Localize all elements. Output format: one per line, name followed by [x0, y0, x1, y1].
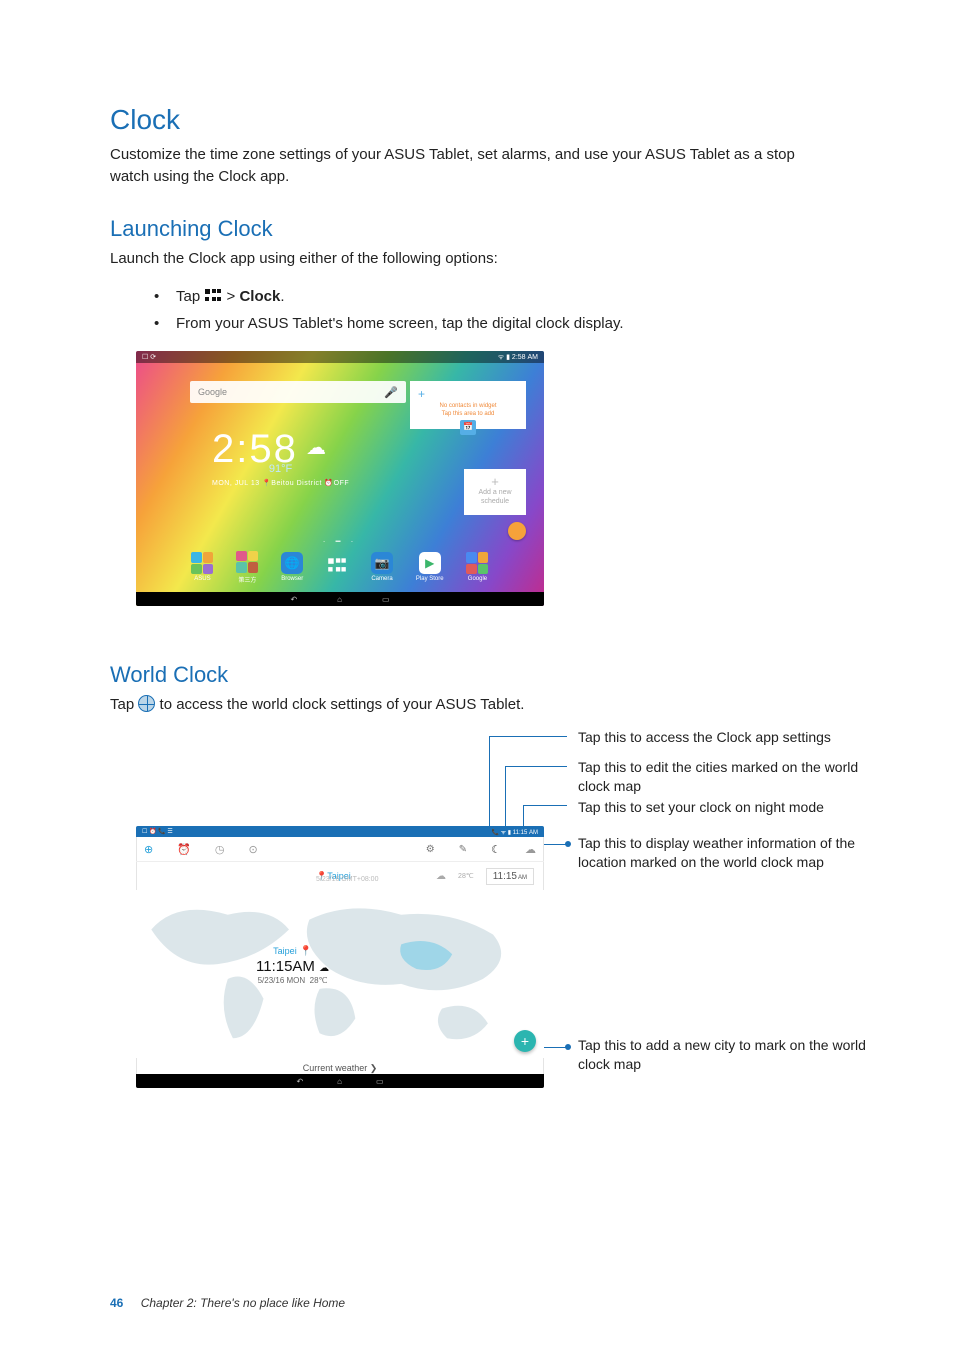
world-clock-screenshot: ☐ ⏰ 📞 ☰ 📞 ᯤ ▮ 11:15 AM ⊕ ⏰ ◷ ⊙ ⚙ ✎ ☾ ☁ 📍…: [136, 826, 544, 1088]
dock-tp-label: 第三方: [238, 575, 256, 584]
wc-status-left: ☐ ⏰ 📞 ☰: [142, 828, 173, 835]
launch-bullets: Tap > Clock. From your ASUS Tablet's hom…: [154, 283, 884, 337]
row-time-box: 11:15AM: [486, 868, 534, 885]
contacts-widget[interactable]: + No contacts in widget Tap this area to…: [410, 381, 526, 429]
edit-icon[interactable]: ✎: [459, 844, 467, 855]
calendar-icon: 📅: [460, 420, 476, 434]
contacts-line2: Tap this area to add: [418, 411, 518, 419]
map-pin-icon: 📍: [299, 946, 311, 957]
home-navbar: ↶ ⌂ ▭: [136, 592, 544, 606]
bullet-2: From your ASUS Tablet's home screen, tap…: [154, 310, 884, 337]
home-status-bar: ☐ ⟳ ᯤ ▮ 2:58 AM: [136, 351, 544, 363]
row-gmt: 5/23/16 GMT+08:00: [316, 876, 378, 883]
wc-tabs: ⊕ ⏰ ◷ ⊙ ⚙ ✎ ☾ ☁: [136, 837, 544, 862]
nav-home-icon[interactable]: ⌂: [337, 595, 342, 604]
home-screenshot: ☐ ⟳ ᯤ ▮ 2:58 AM Google 🎤 2:58 91°F MON, …: [136, 351, 544, 606]
tab-world-icon[interactable]: ⊕: [144, 843, 153, 856]
nav-recent-icon[interactable]: ▭: [382, 595, 390, 604]
map-city-label: Taipei 📍 11:15AM ☁ 5/23/16 MON 28℃: [256, 946, 329, 986]
contacts-plus-icon: +: [418, 387, 518, 403]
add-city-button[interactable]: +: [514, 1030, 536, 1052]
heading-launching: Launching Clock: [110, 216, 884, 242]
home-status-right: ᯤ ▮ 2:58 AM: [498, 353, 538, 362]
wc-nav-recent-icon[interactable]: ▭: [376, 1077, 384, 1086]
mic-icon[interactable]: 🎤: [384, 386, 398, 399]
wc-status-right: 📞 ᯤ ▮ 11:15 AM: [492, 828, 539, 836]
heading-clock: Clock: [110, 104, 884, 136]
map-city-temp: 28℃: [310, 976, 328, 985]
dock-google-label: Google: [468, 576, 487, 582]
globe-icon: [138, 695, 155, 712]
wc-nav-home-icon[interactable]: ⌂: [337, 1077, 342, 1086]
current-weather-link[interactable]: Current weather ❯: [136, 1063, 544, 1074]
callout-settings: Tap this to access the Clock app setting…: [578, 728, 868, 747]
world-intro: Tap to access the world clock settings o…: [110, 694, 830, 716]
wc-nav-back-icon[interactable]: ↶: [296, 1077, 303, 1086]
dock-camera-label: Camera: [371, 576, 392, 582]
tab-stopwatch-icon[interactable]: ◷: [215, 843, 225, 856]
wc-status-bar: ☐ ⏰ 📞 ☰ 📞 ᯤ ▮ 11:15 AM: [136, 826, 544, 837]
dock-camera[interactable]: 📷Camera: [371, 552, 393, 582]
page-footer: 46 Chapter 2: There's no place like Home: [110, 1296, 345, 1310]
callout-edit-cities: Tap this to edit the cities marked on th…: [578, 758, 868, 796]
weather-toggle-icon[interactable]: ☁: [525, 843, 536, 856]
bullet-1-suffix: .: [280, 288, 284, 305]
bullet-1-clock: Clock: [239, 288, 280, 305]
row-temp: 28℃: [458, 872, 474, 880]
clock-widget[interactable]: 2:58 91°F MON, JUL 13 📍Beitou District ⏰…: [212, 429, 349, 487]
world-map-svg: [136, 890, 544, 1058]
world-intro-a: Tap: [110, 696, 138, 713]
settings-icon[interactable]: ⚙: [426, 844, 435, 855]
schedule-plus-icon: +: [472, 475, 518, 488]
intro-para: Customize the time zone settings of your…: [110, 144, 830, 188]
dock-apps[interactable]: [326, 555, 348, 579]
map-city-name: Taipei: [273, 946, 297, 956]
chapter-title: Chapter 2: There's no place like Home: [141, 1296, 345, 1310]
bullet-1: Tap > Clock.: [154, 283, 884, 310]
google-search-bar[interactable]: Google 🎤: [190, 381, 406, 403]
schedule-widget[interactable]: + Add a new schedule: [464, 469, 526, 515]
schedule-line: Add a new schedule: [472, 488, 518, 506]
dock-play-label: Play Store: [416, 576, 444, 582]
dock-browser-label: Browser: [281, 576, 303, 582]
bullet-1-tap: Tap: [176, 288, 200, 305]
dock-browser[interactable]: 🌐Browser: [281, 552, 303, 582]
world-clock-figure: Tap this to access the Clock app setting…: [110, 736, 850, 1106]
callout-add-city: Tap this to add a new city to mark on th…: [578, 1036, 878, 1074]
tab-timer-icon[interactable]: ⊙: [249, 843, 258, 856]
contacts-line1: No contacts in widget: [418, 403, 518, 411]
nav-back-icon[interactable]: ↶: [290, 595, 297, 604]
row-weather-icon: ☁: [436, 871, 446, 882]
dock-playstore[interactable]: ▶Play Store: [416, 552, 444, 582]
map-city-date: 5/23/16 MON: [258, 976, 306, 985]
dock-thirdparty[interactable]: 第三方: [236, 551, 258, 584]
dock-asus[interactable]: ASUS: [191, 552, 213, 582]
dock-asus-label: ASUS: [194, 576, 210, 582]
tab-alarm-icon[interactable]: ⏰: [177, 843, 191, 856]
weather-icon: ☁: [306, 435, 326, 460]
callout-night-mode: Tap this to set your clock on night mode: [578, 798, 868, 817]
wc-map[interactable]: [136, 890, 544, 1058]
wc-navbar: ↶ ⌂ ▭: [136, 1074, 544, 1088]
apps-grid-icon: [204, 289, 222, 303]
heading-world-clock: World Clock: [110, 662, 884, 688]
search-hint: Google: [198, 387, 227, 397]
world-intro-b: to access the world clock settings of yo…: [160, 696, 525, 713]
map-weather-icon: ☁: [319, 963, 329, 974]
night-mode-icon[interactable]: ☾: [491, 843, 501, 856]
bullet-1-mid: >: [227, 288, 240, 305]
page-number: 46: [110, 1296, 123, 1310]
wc-city-row[interactable]: 📍Taipei 5/23/16 GMT+08:00 ☁ 28℃ 11:15AM: [136, 864, 544, 888]
clock-date: MON, JUL 13 📍Beitou District ⏰OFF: [212, 479, 349, 487]
dock-google[interactable]: Google: [466, 552, 488, 582]
callout-weather: Tap this to display weather information …: [578, 834, 898, 872]
home-status-left: ☐ ⟳: [142, 353, 156, 361]
launch-intro: Launch the Clock app using either of the…: [110, 248, 830, 270]
map-city-time: 11:15AM: [256, 958, 315, 975]
home-dock: ASUS 第三方 🌐Browser 📷Camera ▶Play Store Go…: [136, 542, 544, 592]
